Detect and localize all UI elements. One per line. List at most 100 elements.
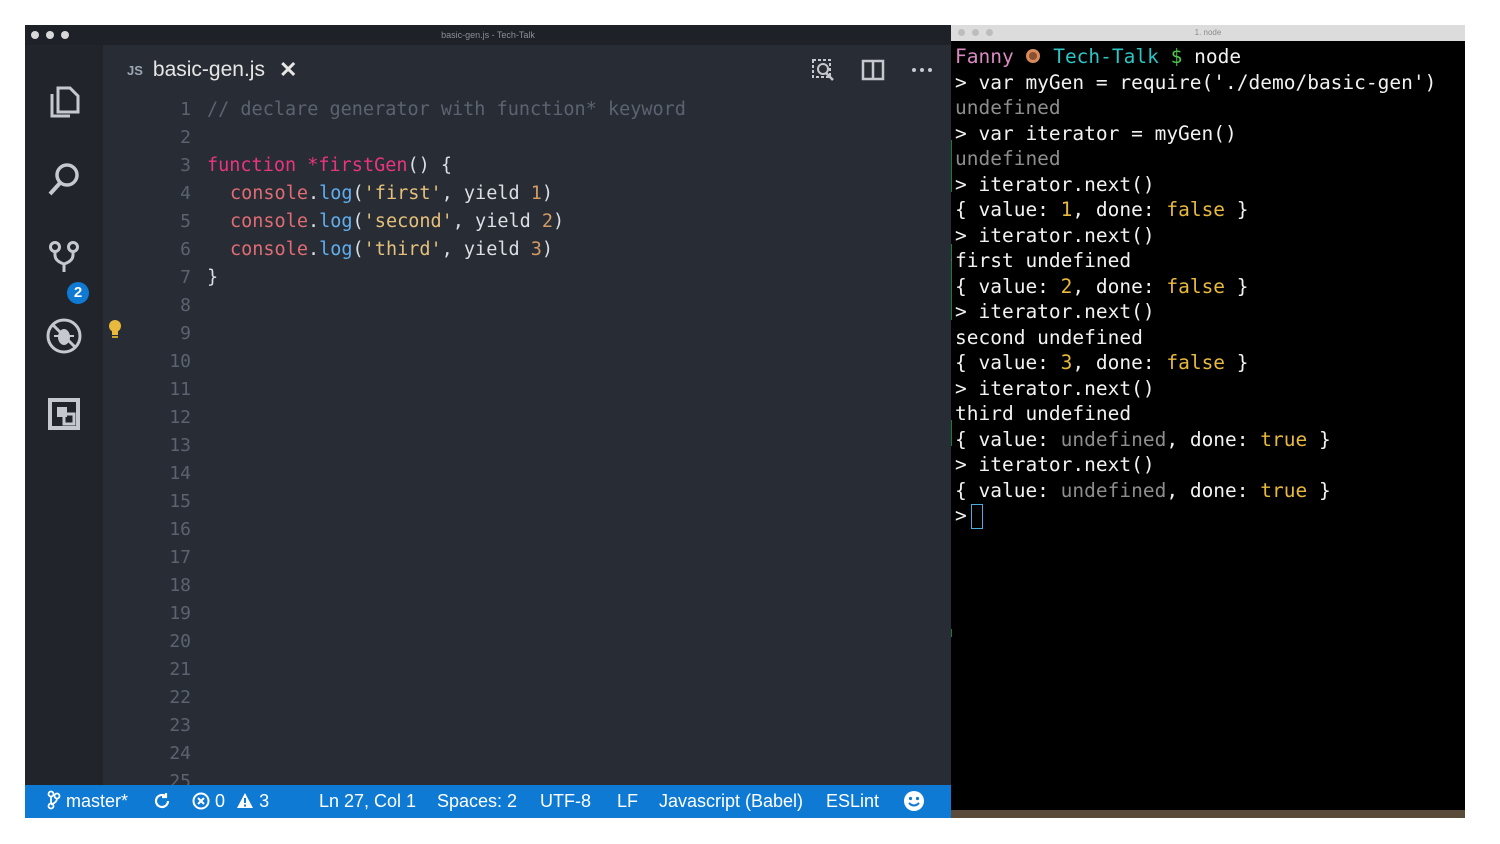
paren-open: ( [352, 211, 364, 232]
encoding-setting[interactable]: UTF-8 [540, 785, 591, 818]
console-object: console [230, 183, 308, 204]
code-line-7: } [207, 264, 218, 292]
indentation-setting[interactable]: Spaces: 2 [437, 785, 517, 818]
tab-close-icon[interactable]: ✕ [279, 57, 297, 83]
warning-icon [237, 793, 254, 808]
language-mode[interactable]: Javascript (Babel) [659, 785, 803, 818]
cursor-position[interactable]: Ln 27, Col 1 [319, 785, 416, 818]
debug-icon[interactable] [42, 314, 86, 358]
line-number: 13 [169, 435, 191, 456]
done-value: false [1166, 198, 1226, 221]
status-bar: master* 0 3 Ln 27, Col 1 Spaces: 2 UTF-8… [25, 785, 951, 818]
string-literal: 'third' [363, 239, 442, 260]
line-number: 6 [180, 239, 191, 260]
line-number: 17 [169, 547, 191, 568]
code-line-1: // declare generator with function* keyw… [207, 96, 686, 124]
comment-text: // declare generator with function* keyw… [207, 99, 686, 120]
terminal-line: { value: 1, done: false } [955, 197, 1461, 223]
split-editor-icon[interactable] [858, 55, 888, 85]
done-value: false [1166, 351, 1226, 374]
paren-open: ( [352, 183, 364, 204]
line-number: 23 [169, 715, 191, 736]
paren-close: ) [541, 239, 554, 260]
eslint-status[interactable]: ESLint [826, 785, 879, 818]
explorer-icon[interactable] [42, 80, 86, 124]
branch-name: master* [66, 791, 129, 811]
log-method: log [319, 239, 353, 260]
error-icon [192, 792, 210, 810]
brace-close: } [1225, 351, 1249, 374]
done-key: , done: [1072, 351, 1167, 374]
value-number: 3 [1060, 351, 1073, 374]
terminal-cursor [970, 504, 983, 529]
extensions-icon[interactable] [42, 392, 86, 436]
error-count: 0 [215, 791, 226, 811]
function-name: firstGen [318, 155, 408, 176]
done-value: true [1260, 478, 1308, 502]
function-signature-rest: () { [407, 155, 453, 176]
value-key: { value: [955, 427, 1061, 451]
string-literal: 'second' [363, 211, 453, 232]
prompt-user: Fanny [955, 45, 1014, 68]
value-key: { value: [955, 274, 1061, 298]
terminal-line: { value: 3, done: false } [955, 350, 1461, 376]
desktop-background-strip [951, 810, 1465, 818]
paren-open: ( [352, 239, 364, 260]
more-actions-icon[interactable] [907, 55, 937, 85]
git-change-marker [951, 140, 952, 192]
terminal-line: > iterator.next() [955, 223, 1155, 247]
branch-indicator[interactable]: master* [47, 785, 128, 818]
value-undefined: undefined [1060, 478, 1167, 502]
prompt-command: node [1182, 45, 1242, 68]
editor-tab-bar: JS basic-gen.js ✕ [103, 45, 951, 95]
line-number: 24 [169, 743, 191, 764]
line-number: 25 [169, 771, 191, 785]
number-literal: 2 [541, 211, 554, 232]
tab-basic-gen[interactable]: JS basic-gen.js ✕ [103, 45, 314, 95]
number-literal: 3 [530, 239, 542, 260]
eol-setting[interactable]: LF [617, 785, 638, 818]
git-change-marker [951, 244, 952, 320]
terminal-line: > iterator.next() [955, 300, 1155, 323]
feedback-smiley-icon[interactable] [903, 785, 925, 818]
keyword-function: function [207, 155, 297, 176]
search-icon[interactable] [42, 158, 86, 202]
log-method: log [319, 183, 353, 204]
line-number: 4 [180, 183, 191, 204]
generator-star: * [296, 155, 319, 176]
dot: . [307, 211, 320, 232]
source-control-icon[interactable] [42, 236, 86, 280]
lightbulb-icon[interactable] [108, 319, 122, 346]
vscode-titlebar: basic-gen.js - Tech-Talk [25, 25, 951, 45]
brace-close: } [1307, 478, 1331, 502]
done-key: , done: [1072, 274, 1167, 298]
vscode-window: basic-gen.js - Tech-Talk 2 JS basic-gen.… [25, 25, 951, 818]
js-file-icon: JS [127, 62, 143, 78]
line-number: 18 [169, 575, 191, 596]
line-number: 21 [169, 659, 191, 680]
paren-close: ) [541, 183, 554, 204]
line-number: 10 [169, 351, 191, 372]
terminal-line: { value: 2, done: false } [955, 274, 1461, 300]
line-number: 22 [169, 687, 191, 708]
terminal-titlebar: 1. node [951, 25, 1465, 41]
open-preview-icon[interactable] [808, 55, 838, 85]
terminal-line: > iterator.next() [955, 172, 1155, 196]
paren-close: ) [553, 211, 565, 232]
closing-brace: } [207, 267, 219, 288]
problems-indicator[interactable]: 0 3 [192, 785, 269, 818]
line-number: 2 [180, 127, 191, 148]
string-literal: 'first' [363, 183, 442, 204]
line-number: 11 [169, 379, 191, 400]
sync-icon[interactable] [153, 785, 171, 818]
terminal-line: undefined [955, 96, 1061, 119]
terminal-output[interactable]: Fanny Tech-Talk $ node > var myGen = req… [951, 44, 1461, 637]
warning-count: 3 [259, 791, 270, 811]
prompt-symbol: $ [1170, 45, 1183, 68]
code-editor[interactable]: 1 2 3 4 5 6 7 8 9 10 11 12 13 14 15 16 17 18 19 20 21 22 23 24 2… [103, 95, 951, 785]
line-number: 20 [169, 631, 191, 652]
value-number: 1 [1060, 198, 1073, 221]
terminal-line: > var iterator = myGen() [955, 121, 1237, 145]
terminal-input-line[interactable]: > [955, 503, 1461, 529]
value-key: { value: [955, 351, 1061, 374]
